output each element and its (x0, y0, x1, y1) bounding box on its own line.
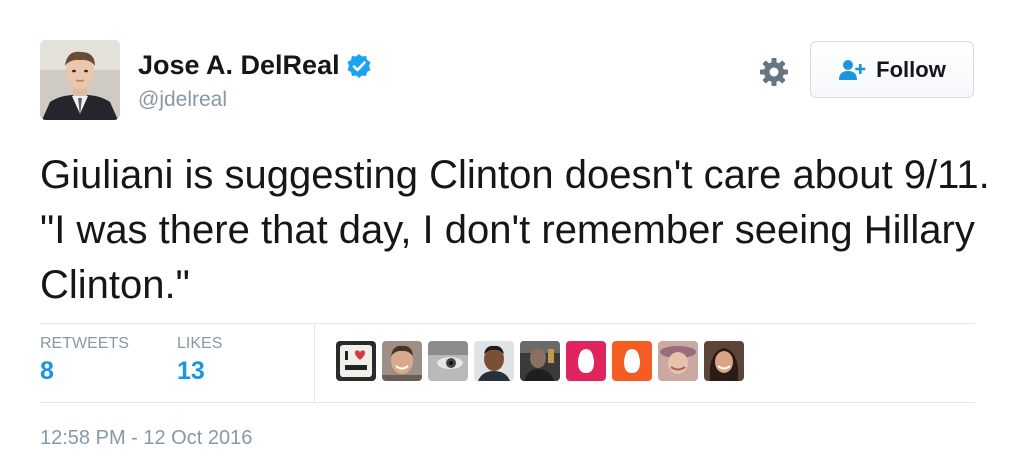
liker-avatar[interactable] (566, 341, 606, 381)
tweet-timestamp[interactable]: 12:58 PM - 12 Oct 2016 (40, 427, 252, 450)
likes-count: 13 (177, 357, 205, 385)
stats-bottom-divider (40, 402, 975, 403)
author-avatar[interactable] (40, 40, 120, 120)
add-person-icon (838, 59, 868, 81)
orange-egg-avatar-icon (612, 341, 652, 381)
eye-closeup-avatar-icon (428, 341, 468, 381)
woman-hat-avatar-icon (658, 341, 698, 381)
verified-badge-icon (346, 53, 372, 79)
dark-figure-avatar-icon (520, 341, 560, 381)
likes-stat[interactable]: LIKES 13 (177, 335, 222, 386)
woman-smiling-avatar-icon (704, 341, 744, 381)
man-portrait-avatar-icon (474, 341, 514, 381)
liker-avatars (336, 341, 744, 381)
liker-avatar[interactable] (382, 341, 422, 381)
likes-label: LIKES (177, 335, 223, 352)
pink-egg-avatar-icon (566, 341, 606, 381)
tweet-text: Giuliani is suggesting Clinton doesn't c… (40, 153, 990, 307)
liker-avatar[interactable] (428, 341, 468, 381)
author-name[interactable]: Jose A. DelReal (138, 50, 372, 81)
liker-avatar[interactable] (520, 341, 560, 381)
i-love-voting-badge-avatar-icon (336, 341, 376, 381)
profile-photo-icon (40, 40, 120, 120)
retweets-label: RETWEETS (40, 335, 129, 352)
stats-separator (314, 323, 315, 403)
liker-avatar[interactable] (658, 341, 698, 381)
author-handle[interactable]: @jdelreal (138, 88, 227, 112)
liker-avatar[interactable] (704, 341, 744, 381)
follow-button[interactable]: Follow (810, 41, 974, 98)
tweet-stats: RETWEETS 8 LIKES 13 (40, 323, 975, 403)
settings-button[interactable] (756, 54, 792, 90)
retweets-stat[interactable]: RETWEETS 8 (40, 335, 129, 386)
gear-icon (760, 58, 788, 86)
follow-button-label: Follow (876, 56, 946, 82)
retweets-count: 8 (40, 357, 54, 385)
author-name-text[interactable]: Jose A. DelReal (138, 50, 340, 81)
liker-avatar[interactable] (474, 341, 514, 381)
liker-avatar[interactable] (336, 341, 376, 381)
liker-avatar[interactable] (612, 341, 652, 381)
smiling-man-avatar-icon (382, 341, 422, 381)
